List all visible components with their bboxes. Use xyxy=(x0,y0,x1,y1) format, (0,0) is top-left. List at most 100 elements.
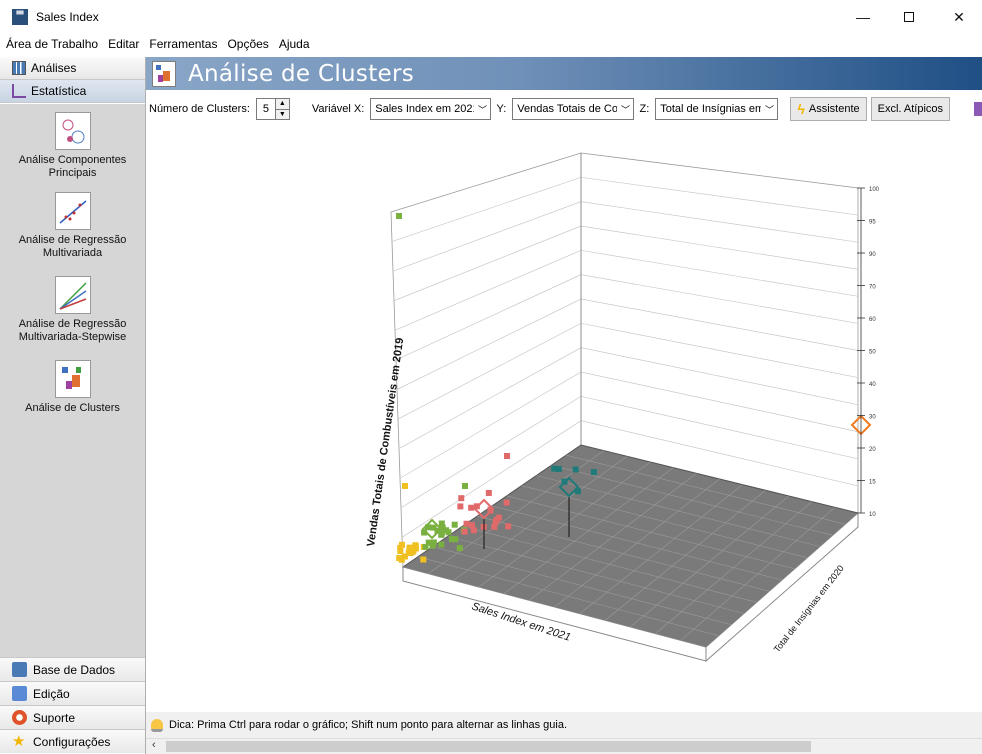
data-point xyxy=(462,483,468,489)
right-tick-label: 20 xyxy=(869,447,876,453)
data-point xyxy=(457,503,464,510)
page-header: Análise de Clusters xyxy=(146,57,982,90)
bottom-tabs: Base de Dados Edição Suporte ★ Configura… xyxy=(0,657,145,753)
sidebar-item-base-dados[interactable]: Base de Dados xyxy=(0,657,145,681)
tools-panel: Análise Componentes Principais Análise d… xyxy=(0,104,145,657)
right-tick-label: 50 xyxy=(869,350,876,356)
data-point xyxy=(398,541,405,548)
data-point xyxy=(491,523,498,530)
menu-bar: Área de Trabalho Editar Ferramentas Opçõ… xyxy=(0,34,982,54)
lightbulb-icon xyxy=(151,718,163,732)
toolbar: Número de Clusters: 5 ▲ ▼ Variável X: Sa… xyxy=(146,95,982,123)
horizontal-scrollbar[interactable]: ‹ xyxy=(146,738,982,754)
right-tick-label: 40 xyxy=(869,382,876,388)
clusters-icon xyxy=(152,60,176,87)
minimize-button[interactable]: — xyxy=(840,0,886,34)
right-tick-label: 30 xyxy=(869,415,876,421)
x-variable-select[interactable]: Sales Index em 2021 ﹀ xyxy=(370,98,492,120)
data-point xyxy=(430,524,437,531)
menu-area-trabalho[interactable]: Área de Trabalho xyxy=(0,37,103,51)
stepper-down-icon[interactable]: ▼ xyxy=(275,109,289,119)
right-tick-label: 10 xyxy=(869,512,876,518)
z-variable-select[interactable]: Total de Insígnias em 2020 ﹀ xyxy=(655,98,779,120)
menu-editar[interactable]: Editar xyxy=(103,37,144,51)
data-point xyxy=(456,545,463,552)
assistant-button[interactable]: ϟ Assistente xyxy=(790,97,867,121)
extra-tool-icon[interactable] xyxy=(974,102,982,116)
sidebar-tab-analises[interactable]: Análises xyxy=(0,57,145,80)
sidebar-item-label: Edição xyxy=(33,686,70,701)
data-point xyxy=(398,556,405,563)
pca-icon xyxy=(54,112,91,150)
right-tick-label: 70 xyxy=(869,285,876,291)
sidebar-item-label: Suporte xyxy=(33,710,76,725)
scrollbar-thumb[interactable] xyxy=(166,741,811,752)
menu-ferramentas[interactable]: Ferramentas xyxy=(144,37,222,51)
data-point xyxy=(463,520,470,527)
edit-icon xyxy=(12,686,27,701)
exclude-outliers-button[interactable]: Excl. Atípicos xyxy=(870,97,951,121)
data-point xyxy=(430,539,437,546)
chevron-down-icon: ﹀ xyxy=(474,99,491,119)
data-point xyxy=(485,489,492,496)
data-point xyxy=(458,495,465,502)
sidebar-item-edicao[interactable]: Edição xyxy=(0,681,145,705)
menu-opcoes[interactable]: Opções xyxy=(222,37,273,51)
right-tick-label: 90 xyxy=(869,252,876,258)
regression-icon xyxy=(54,192,91,230)
tool-label: Análise de Clusters xyxy=(25,402,120,414)
tool-clusters[interactable]: Análise de Clusters xyxy=(0,360,145,415)
right-tick-label: 60 xyxy=(869,317,876,323)
sidebar-item-configuracoes[interactable]: ★ Configurações xyxy=(0,729,145,753)
tool-label: Análise de Regressão Multivariada xyxy=(18,234,127,259)
sidebar-tab-label: Estatística xyxy=(31,84,87,98)
status-tip: Dica: Prima Ctrl para rodar o gráfico; S… xyxy=(169,719,568,731)
tool-regression[interactable]: Análise de Regressão Multivariada xyxy=(0,192,145,260)
right-tick-label: 15 xyxy=(869,480,876,486)
data-point xyxy=(461,528,468,535)
y-variable-label: Y: xyxy=(496,103,507,115)
stepper-up-icon[interactable]: ▲ xyxy=(275,99,289,110)
clusters-stepper[interactable]: 5 ▲ ▼ xyxy=(255,98,290,120)
tool-pca[interactable]: Análise Componentes Principais xyxy=(0,112,145,180)
data-point xyxy=(572,466,579,473)
data-point xyxy=(420,556,427,563)
close-button[interactable]: ✕ xyxy=(936,0,982,34)
right-tick-label: 100 xyxy=(869,187,880,193)
data-point xyxy=(551,465,558,472)
star-icon: ★ xyxy=(12,733,26,750)
data-point xyxy=(396,213,402,219)
data-point xyxy=(397,548,404,555)
database-icon xyxy=(12,662,27,677)
z-variable-value: Total de Insígnias em 2020 xyxy=(660,103,777,115)
data-point xyxy=(438,520,445,527)
y-variable-select[interactable]: Vendas Totais de Combustíveis em 2019 ﹀ xyxy=(512,98,635,120)
data-point xyxy=(412,545,419,552)
x-variable-label: Variável X: xyxy=(311,103,365,115)
tool-stepwise[interactable]: Análise de Regressão Multivariada-Stepwi… xyxy=(0,276,145,344)
y-variable-value: Vendas Totais de Combustíveis em 2019 xyxy=(517,103,633,115)
maximize-button[interactable] xyxy=(886,0,932,34)
chevron-left-icon[interactable]: ‹ xyxy=(152,739,156,751)
clusters-icon xyxy=(54,360,91,398)
sidebar-item-label: Base de Dados xyxy=(33,662,116,677)
stepper-buttons: ▲ ▼ xyxy=(275,98,290,120)
sidebar-tab-estatistica[interactable]: Estatística xyxy=(0,80,145,103)
status-bar: Dica: Prima Ctrl para rodar o gráfico; S… xyxy=(146,712,982,738)
sidebar-item-suporte[interactable]: Suporte xyxy=(0,705,145,729)
cluster-chart[interactable]: 100 95 90 70 60 50 40 30 20 15 10 Vendas Totais de… xyxy=(146,127,982,712)
data-point xyxy=(406,544,413,551)
chevron-down-icon: ﹀ xyxy=(761,99,778,119)
cluster-chart-svg[interactable]: 10095907060504030201510 Vendas Totais de… xyxy=(146,127,982,712)
z-variable-label: Z: xyxy=(639,103,650,115)
sidebar: Análises Estatística Análise Componentes… xyxy=(0,57,146,754)
clusters-value[interactable]: 5 xyxy=(255,98,276,120)
data-point xyxy=(504,453,510,459)
data-point xyxy=(503,499,510,506)
maximize-icon xyxy=(904,12,914,22)
data-point xyxy=(493,516,500,523)
assistant-button-label: Assistente xyxy=(808,103,860,115)
menu-ajuda[interactable]: Ajuda xyxy=(274,37,315,51)
app-grid-icon: ▦▦ xyxy=(12,9,28,25)
lightning-icon: ϟ xyxy=(797,101,805,117)
